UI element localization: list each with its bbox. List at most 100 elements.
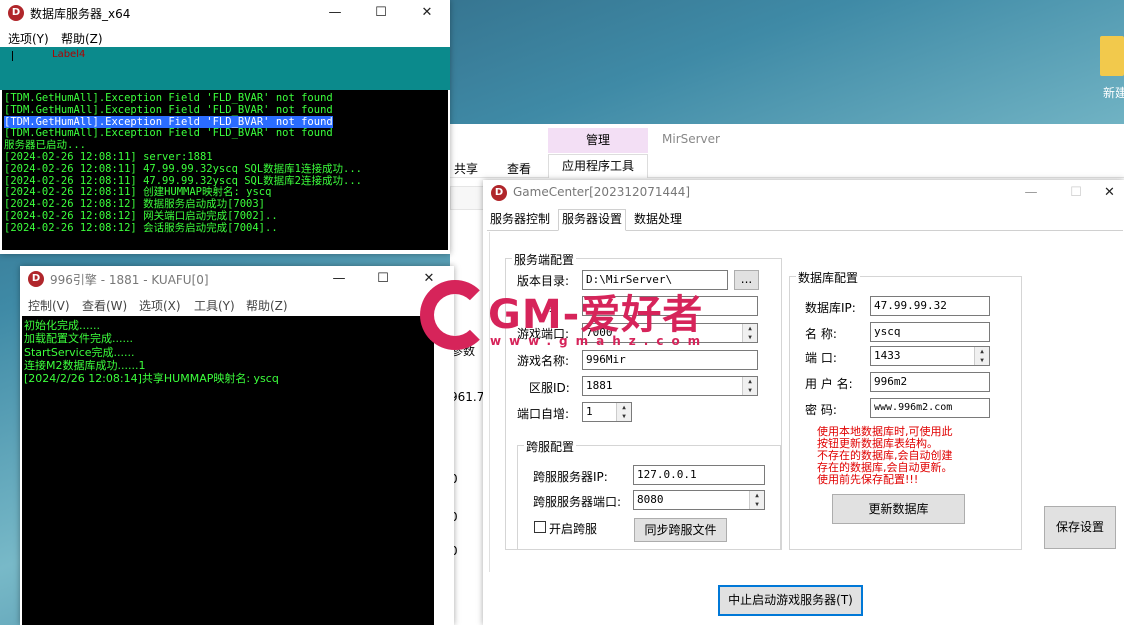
db-config-title: 数据库配置 <box>796 269 861 286</box>
spin-down-icon[interactable]: ▼ <box>975 356 989 365</box>
spin-up-icon[interactable]: ▲ <box>743 324 757 333</box>
maximize-icon[interactable]: ☐ <box>358 0 404 26</box>
db-user-label: 用 户 名: <box>805 377 853 391</box>
kuafu-window: D 996引擎 - 1881 - KUAFU[0] — ☐ ✕ 控制(V) 查看… <box>20 266 454 625</box>
db-name-input[interactable]: yscq <box>870 322 990 342</box>
menu-help[interactable]: 帮助(Z) <box>61 30 103 47</box>
gc-app-icon: D <box>491 185 507 201</box>
db-menubar: 选项(Y) 帮助(Z) <box>0 27 450 47</box>
db-pass-label: 密 码: <box>805 403 837 417</box>
explorer-title: MirServer <box>662 132 720 146</box>
log-line: [2024-02-26 12:08:12] 会话服务启动完成[7004].. <box>4 221 278 234</box>
sync-cross-button[interactable]: 同步跨服文件 <box>634 518 727 542</box>
menu-control[interactable]: 控制(V) <box>28 297 70 314</box>
spin-down-icon[interactable]: ▼ <box>743 386 757 395</box>
menu-options[interactable]: 选项(Y) <box>8 30 49 47</box>
spin-up-icon[interactable]: ▲ <box>975 347 989 356</box>
db-port-stepper[interactable]: 1433 ▲ ▼ <box>870 346 990 366</box>
spin-up-icon[interactable]: ▲ <box>743 377 757 386</box>
db-title: 数据库服务器_x64 <box>30 7 131 21</box>
log-line: 初始化完成...... <box>24 319 100 332</box>
menu-view[interactable]: 查看(W) <box>82 297 127 314</box>
spin-down-icon[interactable]: ▼ <box>617 412 631 421</box>
tab-data-processing[interactable]: 数据处理 <box>631 210 685 230</box>
cross-port-value: 8080 <box>637 493 664 506</box>
db-ip-input[interactable]: 47.99.99.32 <box>870 296 990 316</box>
status-caret <box>12 51 13 61</box>
port-inc-stepper[interactable]: 1 ▲ ▼ <box>582 402 632 422</box>
spin-control[interactable]: ▲ ▼ <box>742 324 757 342</box>
update-db-button[interactable]: 更新数据库 <box>832 494 965 524</box>
menu-help[interactable]: 帮助(Z) <box>246 297 288 314</box>
log-line-selected: [TDM.GetHumAll].Exception Field 'FLD_BVA… <box>4 115 333 128</box>
close-icon[interactable]: ✕ <box>404 0 450 26</box>
enable-cross-label: 开启跨服 <box>549 522 598 536</box>
db-ip-label: 数据库IP: <box>805 301 856 315</box>
tab-server-settings[interactable]: 服务器设置 <box>558 209 627 231</box>
enable-cross-checkbox[interactable] <box>534 521 546 533</box>
browse-button[interactable]: ... <box>734 270 759 290</box>
spin-control[interactable]: ▲ ▼ <box>974 347 989 365</box>
ribbon-tab-share[interactable]: 共享 <box>454 160 478 177</box>
spin-up-icon[interactable]: ▲ <box>617 403 631 412</box>
db-port-value: 1433 <box>874 349 901 362</box>
db-server-window: D 数据库服务器_x64 — ☐ ✕ 选项(Y) 帮助(Z) Label4 [T… <box>0 0 450 254</box>
cross-ip-input[interactable]: 127.0.0.1 <box>633 465 765 485</box>
label4: Label4 <box>52 49 86 60</box>
note-line: 使用前先保存配置!!! <box>817 473 919 486</box>
zone-id-stepper[interactable]: 1881 ▲ ▼ <box>582 376 758 396</box>
gc-titlebar[interactable]: D GameCenter[202312071444] — ☐ ✕ <box>483 180 1124 206</box>
watermark: GM-爱好者 www.gmahz.com <box>420 280 710 360</box>
spin-down-icon[interactable]: ▼ <box>743 333 757 342</box>
log-line: 加载配置文件完成...... <box>24 332 133 346</box>
gc-title: GameCenter[202312071444] <box>513 185 691 199</box>
desktop-icon-label: 新建 <box>1103 86 1124 100</box>
minimize-icon[interactable]: — <box>1008 180 1054 206</box>
log-line: StartService完成...... <box>24 345 135 359</box>
cross-config-title: 跨服配置 <box>524 438 577 455</box>
ribbon-tab-app-tools[interactable]: 应用程序工具 <box>548 154 648 178</box>
menu-options[interactable]: 选项(X) <box>139 297 181 314</box>
log-line: [2024-02-26 12:08:11] server:1881 <box>4 150 213 163</box>
server-config-title: 服务端配置 <box>512 251 577 268</box>
tab-server-control[interactable]: 服务器控制 <box>487 210 553 230</box>
watermark-g-icon <box>420 280 490 350</box>
spin-control[interactable]: ▲ ▼ <box>616 403 631 421</box>
cross-port-label: 跨服服务器端口: <box>533 495 622 509</box>
stop-server-button[interactable]: 中止启动游戏服务器(T) <box>718 585 863 616</box>
db-name-label: 名 称: <box>805 327 837 341</box>
zone-id-value: 1881 <box>586 379 613 392</box>
cross-port-stepper[interactable]: 8080 ▲ ▼ <box>633 490 765 510</box>
context-tab-label: 管理 <box>585 133 610 147</box>
db-log[interactable]: [TDM.GetHumAll].Exception Field 'FLD_BVA… <box>2 90 448 250</box>
spin-control[interactable]: ▲ ▼ <box>742 377 757 395</box>
db-user-input[interactable]: 996m2 <box>870 372 990 392</box>
kuafu-titlebar[interactable]: D 996引擎 - 1881 - KUAFU[0] — ☐ ✕ <box>20 266 454 292</box>
menu-tools[interactable]: 工具(Y) <box>194 297 235 314</box>
status-panel: Label4 <box>0 47 450 90</box>
ribbon-tab-view[interactable]: 查看 <box>507 160 531 177</box>
db-pass-input[interactable]: www.996m2.com <box>870 398 990 418</box>
maximize-icon[interactable]: ☐ <box>1053 180 1099 206</box>
db-titlebar[interactable]: D 数据库服务器_x64 — ☐ ✕ <box>0 0 450 26</box>
log-line: [2024-02-26 12:08:12] 网关端口启动完成[7002].. <box>4 209 278 222</box>
spin-down-icon[interactable]: ▼ <box>750 500 764 509</box>
spin-control[interactable]: ▲ ▼ <box>749 491 764 509</box>
minimize-icon[interactable]: — <box>312 0 358 26</box>
close-icon[interactable]: ✕ <box>1095 180 1124 206</box>
minimize-icon[interactable]: — <box>316 266 362 292</box>
cross-ip-label: 跨服服务器IP: <box>533 470 608 484</box>
kuafu-app-icon: D <box>28 271 44 287</box>
save-settings-button[interactable]: 保存设置 <box>1044 506 1116 549</box>
maximize-icon[interactable]: ☐ <box>360 266 406 292</box>
gc-tabstrip: 服务器控制 服务器设置 数据处理 <box>487 209 1123 231</box>
kuafu-title: 996引擎 - 1881 - KUAFU[0] <box>50 273 209 287</box>
watermark-url: www.gmahz.com <box>490 334 709 348</box>
kuafu-menubar: 控制(V) 查看(W) 选项(X) 工具(Y) 帮助(Z) <box>20 294 454 314</box>
port-inc-value: 1 <box>586 405 593 418</box>
db-note: 使用本地数据库时,可使用此 按钮更新数据库表结构。 不存在的数据库,会自动创建 … <box>817 426 953 486</box>
desktop-folder-icon[interactable] <box>1100 36 1124 76</box>
explorer-context-tab[interactable]: 管理 <box>548 128 648 153</box>
kuafu-log[interactable]: 初始化完成...... 加载配置文件完成...... StartService完… <box>22 316 434 625</box>
spin-up-icon[interactable]: ▲ <box>750 491 764 500</box>
